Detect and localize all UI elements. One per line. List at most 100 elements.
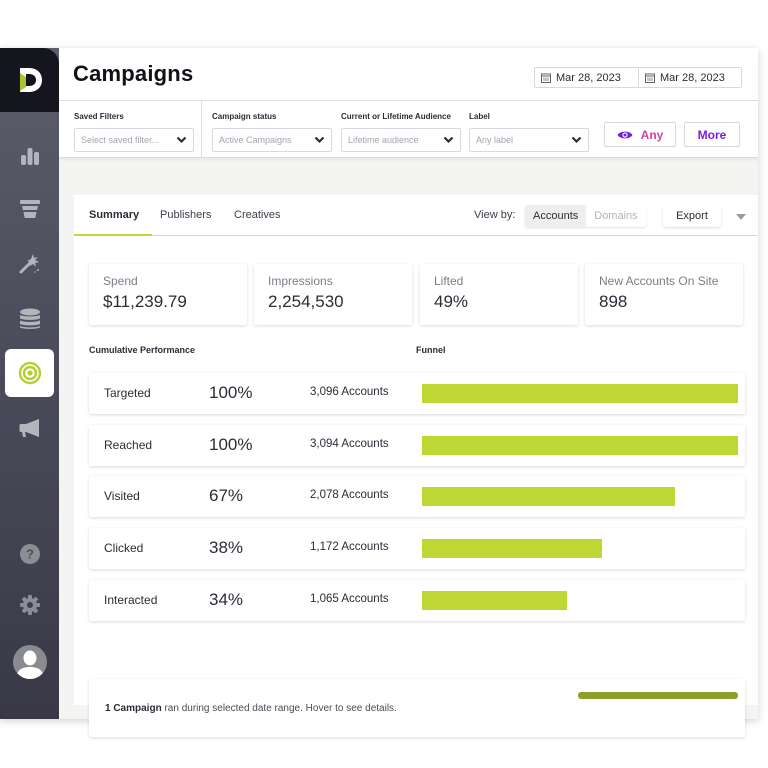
stat-value: 2,254,530 <box>268 292 344 311</box>
funnel-row-interacted[interactable]: Interacted 34% 1,065 Accounts <box>89 580 745 621</box>
saved-filters-placeholder: Select saved filter... <box>81 135 160 145</box>
funnel-bar-track <box>422 384 738 403</box>
summary-card: Summary Publishers Creatives View by: Ac… <box>74 195 758 737</box>
visibility-label: Any <box>640 127 664 142</box>
campaign-summary-text: 1 Campaign ran during selected date rang… <box>105 703 397 714</box>
saved-filters-select[interactable]: Select saved filter... <box>74 128 194 152</box>
funnel-bar-track <box>422 436 738 455</box>
stat-value: 898 <box>599 292 628 311</box>
funnel-stage-label: Visited <box>104 489 140 503</box>
sidebar: ? <box>0 48 59 719</box>
funnel-stage-accounts: 1,065 Accounts <box>310 593 389 605</box>
start-date-field[interactable]: Mar 28, 2023 <box>535 68 638 87</box>
audience-group: Current or Lifetime Audience Lifetime au… <box>341 112 461 152</box>
more-button[interactable]: More <box>684 122 740 147</box>
end-date-field[interactable]: Mar 28, 2023 <box>638 68 741 87</box>
tab-publishers[interactable]: Publishers <box>160 209 211 221</box>
funnel-stage-accounts: 3,094 Accounts <box>310 438 389 450</box>
sidebar-item-profile[interactable] <box>0 638 59 686</box>
funnel-stage-accounts: 2,078 Accounts <box>310 489 389 501</box>
funnel-row-reached[interactable]: Reached 100% 3,094 Accounts <box>89 425 745 466</box>
sidebar-item-magic[interactable] <box>0 243 59 283</box>
campaign-timeline-bar[interactable] <box>578 692 738 699</box>
start-date-value: Mar 28, 2023 <box>556 71 621 84</box>
stat-card-spend: Spend $11,239.79 <box>89 264 247 325</box>
filter-divider <box>201 101 202 158</box>
active-tab-indicator <box>74 234 152 236</box>
sidebar-item-help[interactable]: ? <box>0 534 59 574</box>
logo-icon <box>19 68 42 92</box>
audience-label: Current or Lifetime Audience <box>341 112 451 121</box>
funnel-bar-track <box>422 487 738 506</box>
export-button[interactable]: Export <box>663 205 721 227</box>
cumulative-performance-heading: Cumulative Performance <box>89 345 196 355</box>
label-select[interactable]: Any label <box>469 128 589 152</box>
stat-label: Impressions <box>268 274 333 288</box>
avatar-icon <box>12 645 47 679</box>
page-header: Campaigns Mar 28, 2023 Mar 28, 2023 <box>59 48 758 101</box>
sidebar-item-funnel[interactable] <box>0 189 59 229</box>
stat-value: $11,239.79 <box>103 292 187 311</box>
audience-value: Lifetime audience <box>348 135 419 145</box>
funnel-icon <box>19 200 40 218</box>
funnel-stage-percent: 100% <box>209 435 253 454</box>
svg-text:?: ? <box>26 547 34 562</box>
magic-wand-icon <box>19 254 39 274</box>
database-icon <box>19 308 40 329</box>
calendar-icon <box>645 73 655 83</box>
date-range-picker: Mar 28, 2023 Mar 28, 2023 <box>534 67 742 88</box>
tab-bar: Summary Publishers Creatives View by: Ac… <box>74 195 758 236</box>
stat-label: New Accounts On Site <box>599 274 719 288</box>
campaign-status-select[interactable]: Active Campaigns <box>212 128 332 152</box>
campaign-status-group: Campaign status Active Campaigns <box>212 112 332 152</box>
label-filter-label: Label <box>469 112 490 121</box>
funnel-row-clicked[interactable]: Clicked 38% 1,172 Accounts <box>89 528 745 569</box>
funnel-stage-percent: 67% <box>209 486 244 505</box>
calendar-icon <box>541 73 551 83</box>
megaphone-icon <box>19 419 39 437</box>
campaign-status-label: Campaign status <box>212 112 277 121</box>
label-group: Label Any label <box>469 112 589 152</box>
stat-value: 49% <box>434 292 469 311</box>
funnel-bar-track <box>422 539 738 558</box>
tab-summary[interactable]: Summary <box>89 209 139 221</box>
stat-label: Spend <box>103 274 138 288</box>
end-date-value: Mar 28, 2023 <box>660 71 725 84</box>
campaign-status-value: Active Campaigns <box>219 135 292 145</box>
audience-select[interactable]: Lifetime audience <box>341 128 461 152</box>
funnel-stage-accounts: 1,172 Accounts <box>310 541 389 553</box>
stat-card-lifted: Lifted 49% <box>420 264 578 325</box>
chevron-down-icon <box>443 136 454 144</box>
funnel-stage-percent: 100% <box>209 383 253 402</box>
funnel-row-targeted[interactable]: Targeted 100% 3,096 Accounts <box>89 373 745 414</box>
sidebar-item-settings[interactable] <box>0 585 59 625</box>
funnel-stage-label: Clicked <box>104 541 144 555</box>
funnel-stage-label: Targeted <box>104 386 151 400</box>
bar-chart-icon <box>20 148 39 165</box>
funnel-bar <box>422 487 675 506</box>
app-window: ? Campaigns Mar 28, 2023 Mar 28, 2023 Sa… <box>0 48 758 737</box>
funnel-bar <box>422 591 568 610</box>
funnel-stage-percent: 34% <box>209 590 244 609</box>
logo[interactable] <box>0 48 59 112</box>
funnel-bar-track <box>422 591 738 610</box>
help-icon: ? <box>19 544 40 564</box>
tab-creatives[interactable]: Creatives <box>234 209 280 221</box>
visibility-button[interactable]: Any <box>604 122 676 147</box>
view-by-accounts[interactable]: Accounts <box>525 205 587 227</box>
caret-down-icon[interactable] <box>736 214 746 220</box>
sidebar-item-campaigns[interactable] <box>5 349 54 397</box>
sidebar-item-announcements[interactable] <box>0 408 59 448</box>
stat-card-impressions: Impressions 2,254,530 <box>254 264 412 325</box>
sidebar-item-data[interactable] <box>0 299 59 339</box>
chevron-down-icon <box>571 136 582 144</box>
sidebar-item-analytics[interactable] <box>0 136 59 176</box>
funnel-stage-label: Interacted <box>104 593 158 607</box>
funnel-row-visited[interactable]: Visited 67% 2,078 Accounts <box>89 476 745 517</box>
funnel-stage-percent: 38% <box>209 538 244 557</box>
campaign-summary: 1 Campaign ran during selected date rang… <box>89 679 745 737</box>
view-by-domains[interactable]: Domains <box>586 205 646 227</box>
eye-icon <box>617 131 633 138</box>
chevron-down-icon <box>314 136 325 144</box>
campaign-count: 1 Campaign <box>105 703 162 714</box>
